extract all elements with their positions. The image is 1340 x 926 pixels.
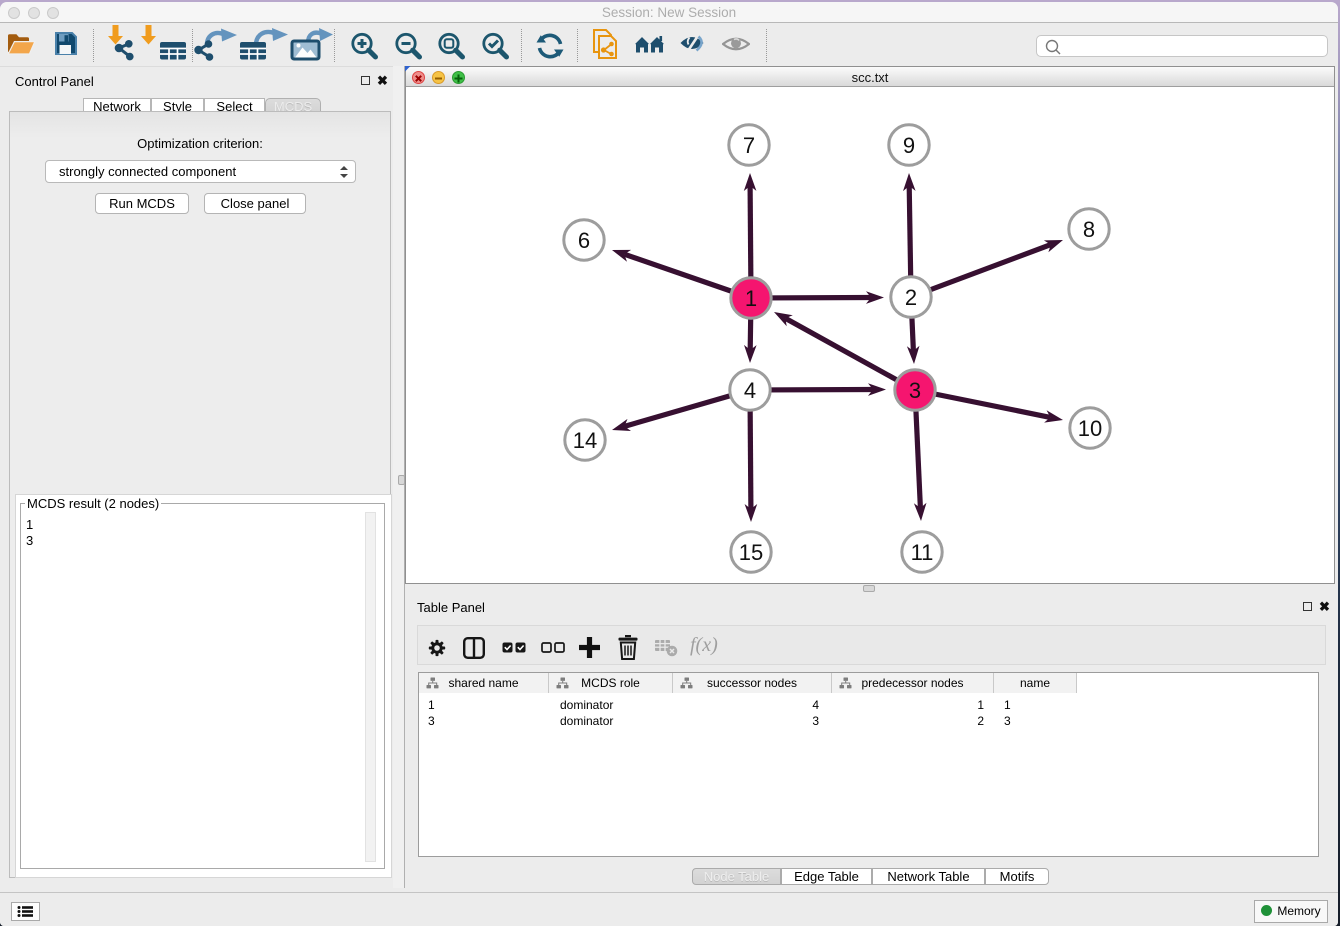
svg-text:9: 9: [903, 133, 915, 158]
svg-text:7: 7: [743, 133, 755, 158]
svg-text:15: 15: [739, 540, 763, 565]
svg-text:11: 11: [911, 540, 934, 565]
svg-text:8: 8: [1083, 217, 1095, 242]
svg-text:10: 10: [1078, 416, 1102, 441]
svg-text:4: 4: [744, 378, 756, 403]
svg-text:3: 3: [909, 378, 921, 403]
svg-text:6: 6: [578, 228, 590, 253]
svg-text:14: 14: [573, 428, 597, 453]
svg-text:2: 2: [905, 285, 917, 310]
svg-text:1: 1: [745, 286, 757, 311]
